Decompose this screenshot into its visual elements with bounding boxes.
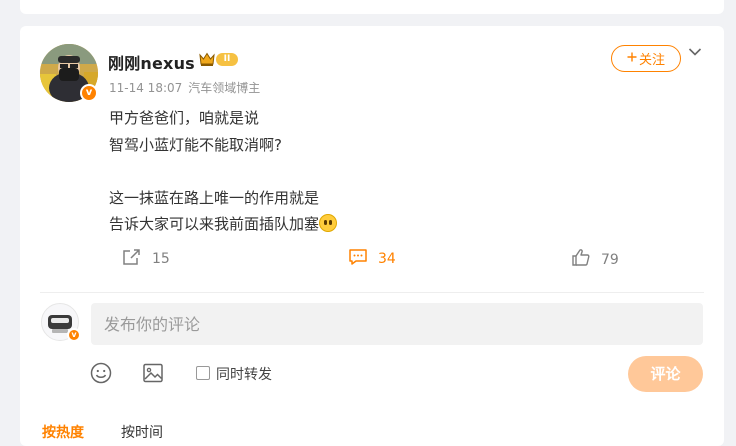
chevron-down-icon[interactable]: [688, 42, 702, 61]
post-source: 汽车领域博主: [188, 81, 261, 95]
tab-sort-by-hot[interactable]: 按热度: [42, 422, 84, 442]
repost-icon: [122, 248, 142, 270]
comment-button[interactable]: 34: [348, 248, 396, 270]
repost-count: 15: [152, 251, 170, 267]
emoji-icon: [319, 214, 338, 232]
verified-badge: v: [67, 328, 81, 342]
post-card: v 刚刚nexus II 11-14 18:07 汽车领域博主 关注 甲方爸爸们，…: [20, 26, 724, 446]
level-badge: II: [216, 53, 238, 66]
comment-count: 34: [378, 251, 396, 267]
follow-label: 关注: [638, 53, 665, 68]
emoji-icon[interactable]: [90, 362, 112, 388]
repost-checkbox[interactable]: [196, 366, 210, 380]
post-line: 甲方爸爸们，咱就是说: [109, 109, 260, 127]
post-line: 智驾小蓝灯能不能取消啊?: [109, 135, 282, 154]
author-name[interactable]: 刚刚nexus: [108, 50, 195, 74]
post-meta: 11-14 18:07 汽车领域博主: [109, 79, 260, 96]
post-line: 这一抹蓝在路上唯一的作用就是: [109, 188, 320, 207]
tab-sort-by-time[interactable]: 按时间: [121, 422, 163, 442]
verified-badge: v: [80, 84, 98, 102]
post-line: 告诉大家可以来我前面插队加塞: [109, 215, 320, 233]
submit-comment-button[interactable]: 评论: [628, 356, 703, 392]
comment-icon: [348, 248, 368, 270]
like-count: 79: [601, 251, 619, 268]
repost-checkbox-label[interactable]: 同时转发: [216, 364, 272, 384]
crown-icon: [198, 51, 216, 71]
post-text: 甲方爸爸们，咱就是说 智驾小蓝灯能不能取消啊? 这一抹蓝在路上唯一的作用就是 告…: [109, 105, 338, 238]
previous-card-bottom: [20, 0, 724, 14]
repost-button[interactable]: 15: [122, 248, 170, 270]
divider: [40, 292, 704, 293]
like-button[interactable]: 79: [571, 248, 619, 271]
post-line: [109, 158, 337, 185]
plus-icon: [627, 51, 637, 66]
post-timestamp[interactable]: 11-14 18:07: [109, 81, 182, 95]
follow-button[interactable]: 关注: [611, 45, 681, 72]
like-icon: [571, 248, 591, 271]
image-icon[interactable]: [142, 362, 164, 388]
comment-input[interactable]: [91, 303, 703, 345]
